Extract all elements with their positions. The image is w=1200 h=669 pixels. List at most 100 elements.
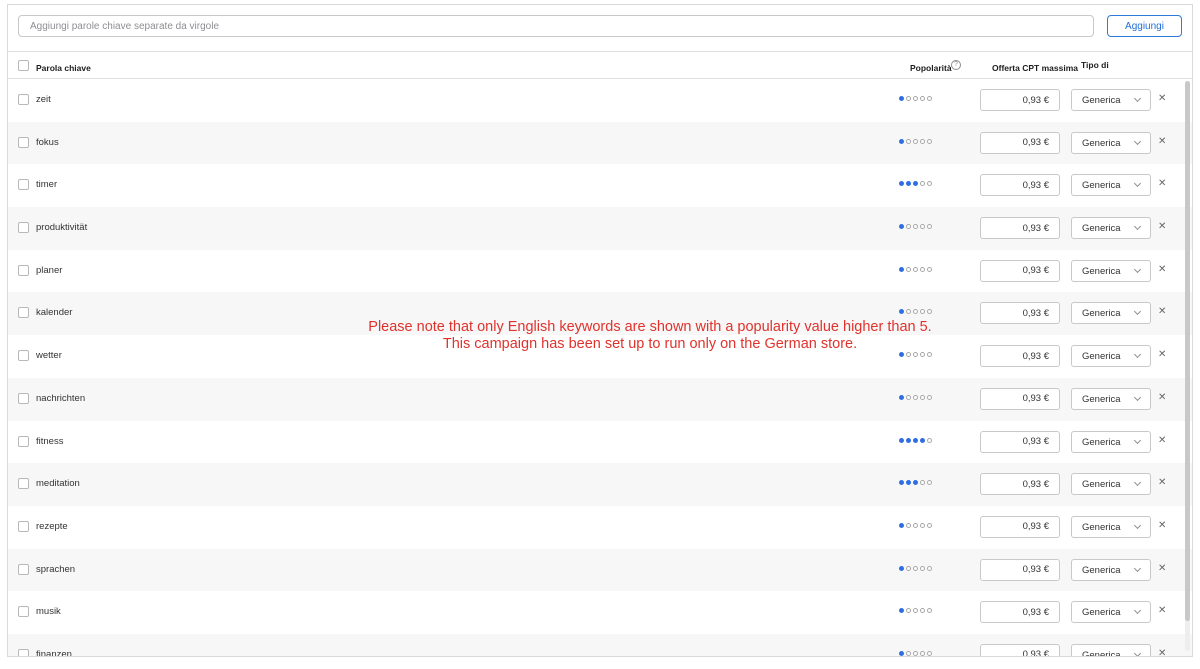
row-checkbox[interactable] [18, 606, 29, 618]
header-match-type[interactable]: Tipo di [1081, 60, 1109, 70]
chevron-down-icon [1133, 649, 1142, 656]
popularity-dot [906, 394, 911, 400]
close-icon[interactable]: ✕ [1158, 349, 1166, 361]
match-type-select[interactable]: Generica [1071, 430, 1151, 453]
match-type-select[interactable]: Generica [1071, 131, 1151, 154]
match-type-select[interactable]: Generica [1071, 89, 1151, 111]
close-icon[interactable]: ✕ [1158, 264, 1166, 276]
row-checkbox[interactable] [18, 136, 29, 148]
popularity-dot [906, 650, 911, 656]
popularity-dot [920, 522, 925, 528]
row-checkbox[interactable] [18, 563, 29, 575]
max-cpt-bid-input[interactable] [980, 430, 1060, 453]
row-checkbox[interactable] [18, 478, 29, 490]
row-checkbox[interactable] [18, 648, 29, 656]
popularity-dot [899, 437, 904, 443]
max-cpt-bid-input[interactable] [980, 89, 1060, 111]
popularity-dot [920, 181, 925, 187]
match-type-select[interactable]: Generica [1071, 217, 1151, 240]
max-cpt-bid-input[interactable] [980, 558, 1060, 581]
header-popularity[interactable]: Popolarità [910, 63, 952, 73]
header-max-cpt[interactable]: Offerta CPT massima [992, 63, 1078, 73]
close-icon[interactable]: ✕ [1158, 221, 1166, 233]
max-cpt-bid-input[interactable] [980, 473, 1060, 496]
popularity-dot [927, 522, 932, 528]
match-type-select[interactable]: Generica [1071, 387, 1151, 410]
max-cpt-bid-input[interactable] [980, 217, 1060, 240]
popularity-dot [906, 309, 911, 315]
popularity-dot [906, 608, 911, 614]
close-icon[interactable]: ✕ [1158, 563, 1166, 575]
close-icon[interactable]: ✕ [1158, 306, 1166, 318]
close-icon[interactable]: ✕ [1158, 435, 1166, 447]
match-type-select[interactable]: Generica [1071, 174, 1151, 197]
popularity-dot [906, 138, 911, 144]
chevron-down-icon [1133, 137, 1142, 145]
popularity-dot [920, 138, 925, 144]
table-row: meditation Generica ✕ [8, 463, 1192, 506]
max-cpt-bid-input[interactable] [980, 515, 1060, 538]
match-type-select[interactable]: Generica [1071, 601, 1151, 624]
popularity-dot [899, 565, 904, 571]
close-icon[interactable]: ✕ [1158, 648, 1166, 656]
popularity-dot [927, 309, 932, 315]
row-checkbox[interactable] [18, 179, 29, 191]
row-checkbox[interactable] [18, 392, 29, 404]
popularity-dot [899, 224, 904, 230]
match-type-select[interactable]: Generica [1071, 302, 1151, 325]
add-button[interactable]: Aggiungi [1107, 15, 1182, 37]
match-type-select[interactable]: Generica [1071, 473, 1151, 496]
chevron-down-icon [1133, 180, 1142, 188]
chevron-down-icon [1133, 393, 1142, 401]
match-type-select[interactable]: Generica [1071, 259, 1151, 282]
close-icon[interactable]: ✕ [1158, 93, 1166, 105]
close-icon[interactable]: ✕ [1158, 392, 1166, 404]
row-checkbox[interactable] [18, 94, 29, 105]
popularity-dot [906, 437, 911, 443]
max-cpt-bid-input[interactable] [980, 387, 1060, 410]
match-type-select[interactable]: Generica [1071, 345, 1151, 368]
popularity-dot [927, 437, 932, 443]
chevron-down-icon [1133, 351, 1142, 359]
popularity-dot [927, 480, 932, 486]
chevron-down-icon [1133, 479, 1142, 487]
close-icon[interactable]: ✕ [1158, 605, 1166, 617]
popularity-dot [913, 394, 918, 400]
max-cpt-bid-input[interactable] [980, 643, 1060, 656]
match-type-value: Generica [1082, 393, 1121, 405]
row-checkbox[interactable] [18, 222, 29, 234]
popularity-dot [927, 266, 932, 272]
scrollbar-thumb[interactable] [1185, 81, 1190, 621]
match-type-value: Generica [1082, 265, 1121, 277]
match-type-select[interactable]: Generica [1071, 558, 1151, 581]
row-checkbox[interactable] [18, 264, 29, 276]
popularity-dot [899, 650, 904, 656]
keyword-text: wetter [36, 350, 62, 362]
row-checkbox[interactable] [18, 520, 29, 532]
table-row: produktivität Generica ✕ [8, 207, 1192, 250]
match-type-value: Generica [1082, 137, 1121, 149]
row-checkbox[interactable] [18, 435, 29, 447]
close-icon[interactable]: ✕ [1158, 477, 1166, 489]
close-icon[interactable]: ✕ [1158, 178, 1166, 190]
keywords-input[interactable] [18, 15, 1094, 37]
annotation-line-1: Please note that only English keywords a… [368, 319, 932, 335]
select-all-checkbox[interactable] [18, 60, 29, 71]
match-type-select[interactable]: Generica [1071, 515, 1151, 538]
keyword-text: sprachen [36, 563, 76, 575]
max-cpt-bid-input[interactable] [980, 174, 1060, 197]
close-icon[interactable]: ✕ [1158, 520, 1166, 532]
match-type-value: Generica [1082, 607, 1121, 619]
close-icon[interactable]: ✕ [1158, 136, 1166, 148]
question-circle-icon[interactable]: ? [951, 60, 961, 70]
keyword-text: rezepte [36, 520, 68, 532]
match-type-value: Generica [1082, 479, 1121, 491]
max-cpt-bid-input[interactable] [980, 259, 1060, 282]
row-checkbox[interactable] [18, 307, 29, 319]
max-cpt-bid-input[interactable] [980, 131, 1060, 154]
max-cpt-bid-input[interactable] [980, 601, 1060, 624]
match-type-select[interactable]: Generica [1071, 643, 1151, 656]
scrollbar-track[interactable] [1185, 81, 1190, 651]
row-checkbox[interactable] [18, 350, 29, 362]
match-type-value: Generica [1082, 308, 1121, 320]
